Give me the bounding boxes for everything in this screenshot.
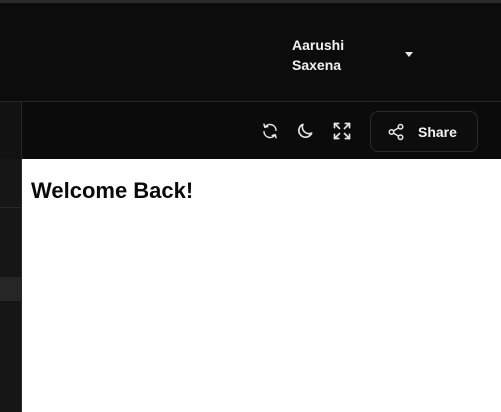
sidebar [0, 159, 22, 412]
fullscreen-icon[interactable] [331, 120, 353, 142]
user-first-name: Aarushi [292, 37, 345, 53]
user-menu[interactable]: Aarushi Saxena [292, 34, 422, 76]
top-bar: Aarushi Saxena [0, 0, 501, 102]
refresh-icon[interactable] [259, 120, 281, 142]
sidebar-divider [0, 207, 22, 208]
page-title: Welcome Back! [31, 178, 194, 203]
user-last-name: Saxena [292, 57, 342, 73]
toolbar-left-panel [0, 102, 22, 159]
moon-icon[interactable] [294, 120, 316, 142]
share-label: Share [418, 124, 457, 140]
share-button[interactable]: Share [370, 111, 478, 152]
share-icon [387, 123, 405, 141]
sidebar-item-active[interactable] [0, 277, 22, 301]
main-content: Welcome Back! [22, 159, 501, 412]
toolbar: Share [0, 102, 501, 159]
user-name: Aarushi Saxena [292, 35, 392, 75]
chevron-down-icon[interactable] [405, 52, 413, 57]
